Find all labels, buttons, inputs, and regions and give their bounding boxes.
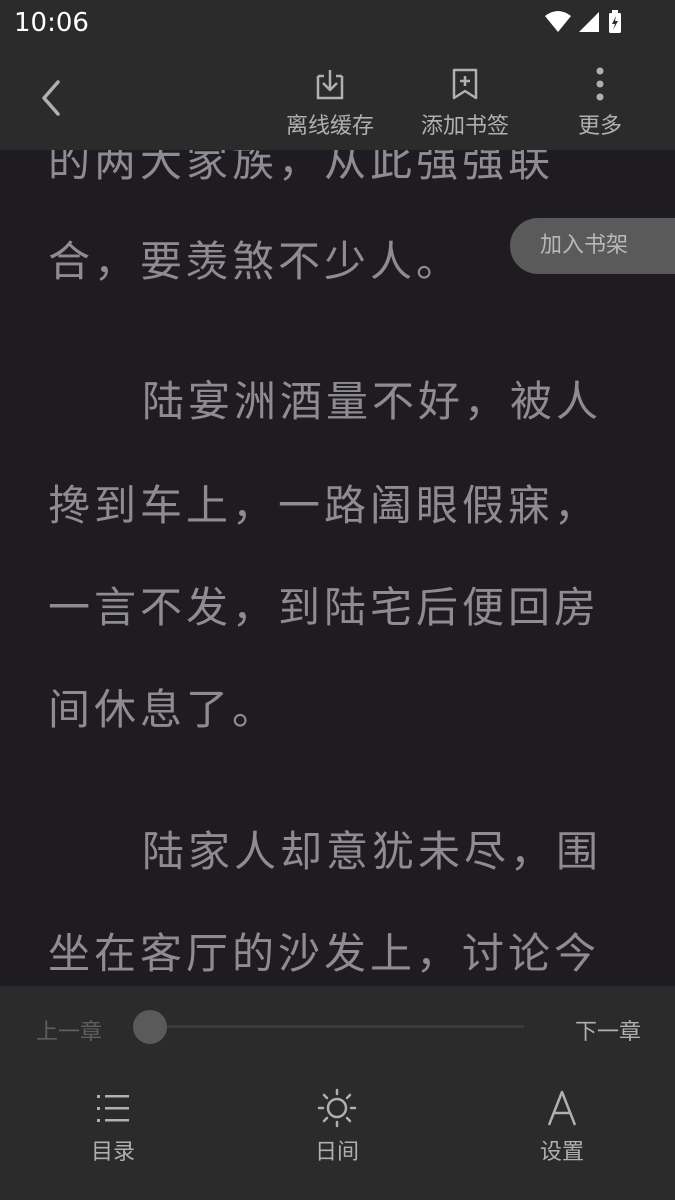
chapter-progress-thumb[interactable] <box>133 1010 167 1044</box>
settings-button[interactable]: 设置 <box>487 1086 637 1166</box>
day-mode-button[interactable]: 日间 <box>262 1086 412 1166</box>
status-bar: 10:06 <box>0 0 675 46</box>
add-to-shelf-button[interactable]: 加入书架 <box>510 218 675 274</box>
reader-toolbar: 离线缓存 添加书签 更多 <box>0 46 675 150</box>
sun-icon <box>262 1086 412 1130</box>
chevron-left-icon <box>42 80 60 116</box>
add-bookmark-button[interactable]: 添加书签 <box>410 62 520 140</box>
text-line: 陆宴洲酒量不好，被人 <box>142 377 603 426</box>
status-icons <box>543 10 623 40</box>
status-time: 10:06 <box>14 8 89 38</box>
day-mode-label: 日间 <box>314 1140 359 1165</box>
more-label: 更多 <box>577 114 622 139</box>
catalog-button[interactable]: 目录 <box>38 1086 188 1166</box>
chapter-progress-track[interactable] <box>150 1025 524 1028</box>
more-button[interactable]: 更多 <box>545 62 655 140</box>
offline-cache-button[interactable]: 离线缓存 <box>275 62 385 140</box>
back-button[interactable] <box>32 78 72 118</box>
add-bookmark-label: 添加书签 <box>420 114 509 139</box>
catalog-label: 目录 <box>90 1140 135 1165</box>
wifi-signal-battery-icon <box>545 10 621 33</box>
prev-chapter-button[interactable]: 上一章 <box>36 1014 102 1046</box>
text-line: 搀到车上，一路阖眼假寐， <box>48 481 601 530</box>
list-icon <box>38 1086 188 1130</box>
next-chapter-button[interactable]: 下一章 <box>575 1014 641 1046</box>
text-line: 一言不发，到陆宅后便回房 <box>48 583 601 632</box>
text-line: 间休息了。 <box>48 685 279 734</box>
more-vertical-icon <box>545 62 655 106</box>
font-icon <box>487 1086 637 1130</box>
settings-label: 设置 <box>539 1140 584 1165</box>
text-line: 陆家人却意犹未尽，围 <box>142 827 603 876</box>
bookmark-add-icon <box>410 62 520 106</box>
bottom-panel: 上一章 下一章 目录 日间 设置 <box>0 986 675 1200</box>
download-icon <box>275 62 385 106</box>
text-line: 坐在客厅的沙发上，讨论今 <box>48 929 601 978</box>
offline-cache-label: 离线缓存 <box>285 114 374 139</box>
